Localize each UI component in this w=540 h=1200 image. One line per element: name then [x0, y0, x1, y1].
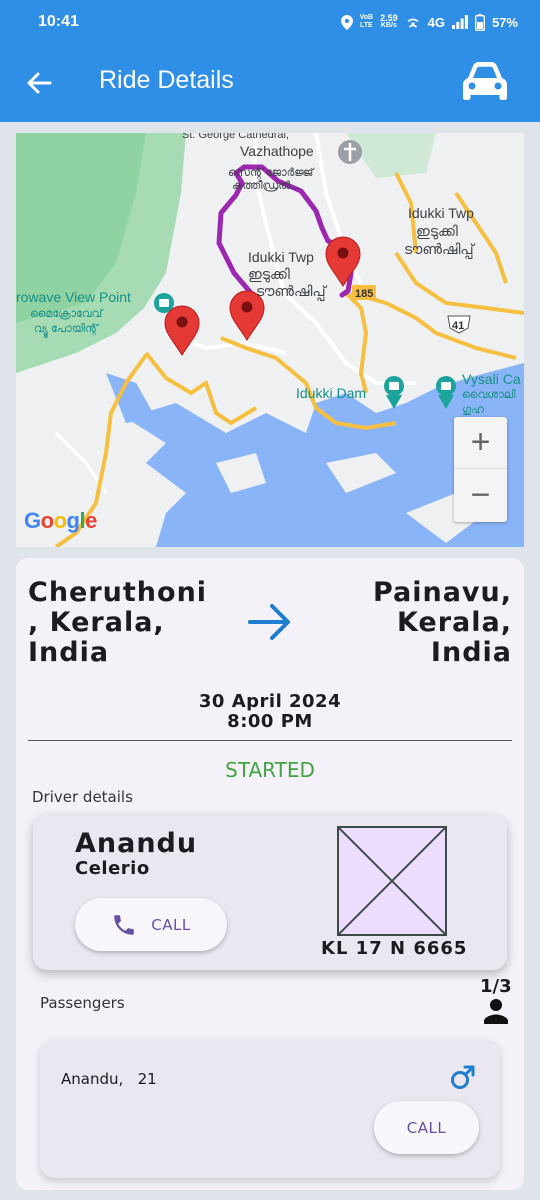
male-icon	[451, 1065, 475, 1089]
network-speed: 2.59 KB/s	[380, 13, 398, 30]
call-button-label: CALL	[151, 915, 191, 934]
google-logo: Google	[24, 508, 97, 533]
map-label: വൈശാലി	[462, 389, 516, 401]
divider	[28, 740, 512, 741]
ride-status: STARTED	[225, 758, 315, 782]
ride-details-card: Cheruthoni , Kerala, India Painavu, Kera…	[16, 558, 524, 1190]
phone-icon	[114, 914, 135, 935]
call-button-label: CALL	[406, 1118, 447, 1137]
call-passenger-button[interactable]: CALL	[374, 1101, 479, 1154]
map-label: Idukki Dam	[296, 385, 367, 401]
map-label: ഗുഹ	[462, 404, 484, 416]
map-label: St. George Cathedral,	[182, 133, 290, 141]
map-label: Vazhathope	[240, 143, 314, 159]
status-bar: 10:41 VoB LTE 2.59 KB/s 4G 57%	[0, 0, 540, 44]
volte-indicator: VoB LTE	[359, 14, 374, 29]
vehicle-plate: KL 17 N 6665	[321, 938, 468, 959]
page-title: Ride Details	[99, 66, 234, 94]
zoom-out-button[interactable]: −	[454, 469, 507, 521]
signal-icon	[451, 15, 468, 29]
hotspot-icon	[407, 18, 419, 28]
road-shield-185: 185	[355, 288, 374, 300]
ride-date: 30 April 2024	[198, 691, 342, 712]
road-shield-41: 41	[452, 320, 465, 332]
driver-name: Anandu	[75, 828, 198, 859]
person-icon	[484, 999, 508, 1024]
driver-section-label: Driver details	[32, 788, 133, 806]
zoom-in-button[interactable]: +	[454, 417, 507, 469]
status-time: 10:41	[38, 13, 79, 30]
map-label: Idukki Twp	[248, 249, 314, 265]
passenger-count: 1/3	[480, 976, 512, 997]
battery-level: 57%	[491, 14, 518, 30]
app-bar: Ride Details	[0, 44, 540, 122]
arrow-right-icon	[248, 604, 290, 640]
map-label: വ്യൂ പോയിന്റ്	[34, 323, 98, 335]
driver-car-model: Celerio	[75, 858, 150, 879]
call-driver-button[interactable]: CALL	[75, 898, 227, 951]
zoom-controls: + −	[454, 417, 507, 522]
map-label: rowave View Point	[16, 289, 131, 305]
status-icons: VoB LTE 2.59 KB/s 4G 57%	[340, 13, 518, 31]
map-label: കത്തീഡ്രൽ...	[232, 180, 300, 192]
destination-location: Painavu, Kerala, India	[372, 577, 512, 668]
map-canvas[interactable]	[16, 133, 524, 547]
arrow-left-icon[interactable]	[24, 68, 54, 98]
map-label: ഇടുക്കി	[416, 223, 458, 239]
origin-location: Cheruthoni , Kerala, India	[28, 577, 208, 668]
passengers-section-label: Passengers	[40, 994, 125, 1012]
car-icon[interactable]	[458, 58, 512, 106]
network-type: 4G	[427, 14, 445, 30]
driver-card: Anandu Celerio CALL KL 17 N 6665	[33, 814, 507, 970]
location-icon	[340, 14, 353, 30]
passenger-name-age: Anandu, 21	[61, 1070, 157, 1088]
route-map[interactable]: St. George Cathedral, Vazhathope സെന്റ് …	[16, 133, 524, 547]
map-label: Idukki Twp	[408, 205, 474, 221]
map-label: മൈക്രോവേവ്	[30, 308, 103, 320]
battery-icon	[474, 13, 485, 31]
ride-time: 8:00 PM	[227, 711, 313, 732]
map-label: ടൗൺഷിപ്പ്	[256, 283, 326, 299]
ride-datetime: 30 April 2024 8:00 PM	[16, 692, 524, 732]
passenger-card: Anandu, 21 CALL	[40, 1040, 500, 1178]
map-label: ഇടുക്കി	[248, 266, 290, 282]
driver-photo-placeholder	[337, 826, 447, 936]
map-label: Vysali Ca	[462, 371, 521, 387]
map-label: ടൗൺഷിപ്പ്	[404, 241, 474, 257]
